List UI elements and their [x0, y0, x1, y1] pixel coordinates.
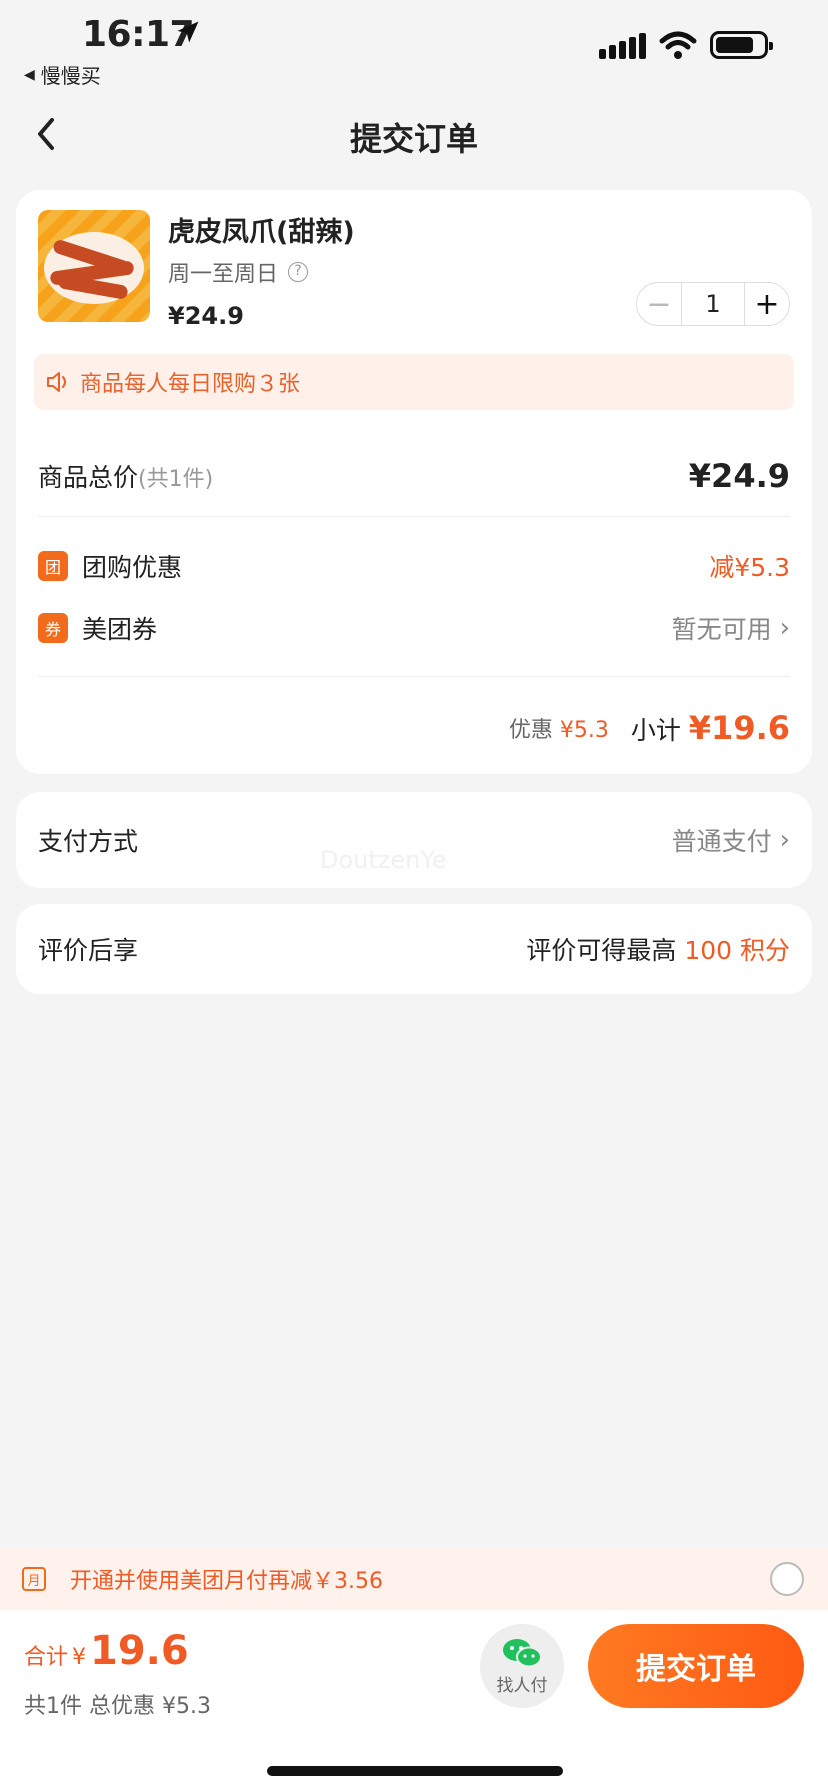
limit-notice: 商品每人每日限购３张	[34, 354, 794, 410]
review-card: 评价后享 评价可得最高 100 积分	[16, 904, 812, 994]
decrease-button[interactable]: −	[637, 283, 681, 325]
status-icons	[599, 30, 773, 60]
pay-friend-label: 找人付	[496, 1675, 548, 1696]
product-image[interactable]	[38, 210, 150, 322]
speaker-icon	[47, 372, 66, 392]
monthly-pay-icon: 月	[22, 1567, 46, 1591]
location-arrow-icon	[177, 21, 199, 43]
nav-bar: 提交订单	[0, 100, 828, 170]
coupon-row[interactable]: 券 美团券 暂无可用 ›	[38, 604, 790, 652]
wechat-icon	[503, 1638, 542, 1667]
promo-text: 开通并使用美团月付再减￥3.56	[70, 1569, 383, 1594]
promo-radio[interactable]	[770, 1562, 804, 1596]
pay-friend-button[interactable]: 找人付	[480, 1624, 564, 1708]
cellular-signal-icon	[599, 31, 646, 59]
group-discount-value: 减¥5.3	[709, 553, 790, 582]
monthly-pay-promo[interactable]: 月 开通并使用美团月付再减￥3.56	[0, 1548, 828, 1610]
group-discount-row: 团 团购优惠 减¥5.3	[38, 542, 790, 590]
help-icon[interactable]: ?	[288, 262, 309, 282]
total-amount: 合计 ¥ 19.6	[24, 1628, 189, 1674]
limit-text: 商品每人每日限购３张	[80, 372, 301, 397]
product-validity: 周一至周日 ?	[168, 256, 309, 288]
divider	[38, 676, 790, 677]
payment-label: 支付方式	[38, 827, 139, 856]
total-summary: 共1件 总优惠 ¥5.3	[24, 1694, 211, 1719]
subtotal-row: 优惠 ¥5.3 小计 ¥19.6	[38, 700, 790, 756]
payment-value: 普通支付	[671, 827, 772, 856]
coupon-icon: 券	[38, 613, 68, 643]
quantity-stepper: − 1 +	[636, 282, 790, 326]
product-price: ¥24.9	[168, 302, 244, 330]
battery-icon	[710, 31, 773, 59]
subtotal-value: ¥19.6	[688, 709, 790, 747]
review-text: 评价可得最高	[526, 936, 677, 965]
page-title: 提交订单	[349, 120, 478, 158]
total-price-row: 商品总价(共1件) ¥24.9	[38, 446, 790, 506]
quantity-value[interactable]: 1	[681, 283, 745, 325]
product-name: 虎皮凤爪(甜辣)	[168, 217, 355, 248]
back-to-app-link[interactable]: ◀ 慢慢买	[24, 60, 101, 89]
discount-summary: 优惠 ¥5.3	[508, 718, 609, 743]
order-card: 虎皮凤爪(甜辣) 周一至周日 ? ¥24.9 − 1 + 商品每人每日限购３张 …	[16, 190, 812, 774]
group-discount-label: 团购优惠	[82, 553, 183, 582]
review-points: 100 积分	[684, 936, 790, 965]
bottom-bar: 合计 ¥ 19.6 共1件 总优惠 ¥5.3 找人付 提交订单	[0, 1610, 828, 1792]
group-icon: 团	[38, 551, 68, 581]
total-price-label: 商品总价(共1件)	[38, 463, 214, 492]
coupon-label: 美团券	[82, 615, 158, 644]
back-app-label: 慢慢买	[40, 64, 101, 88]
coupon-value: 暂无可用	[671, 615, 772, 644]
subtotal: 小计 ¥19.6	[630, 709, 790, 747]
chevron-right-icon: ›	[779, 825, 790, 855]
increase-button[interactable]: +	[745, 283, 789, 325]
total-count: (共1件)	[138, 467, 214, 492]
wifi-icon	[659, 31, 697, 59]
chevron-right-icon: ›	[779, 613, 790, 643]
status-bar: 16:17 ◀ 慢慢买	[0, 0, 828, 92]
total-price-value: ¥24.9	[688, 457, 790, 495]
review-label: 评价后享	[38, 936, 139, 965]
total-value: 19.6	[90, 1628, 189, 1674]
home-indicator[interactable]	[267, 1766, 563, 1776]
back-triangle-icon: ◀	[24, 66, 35, 83]
validity-text: 周一至周日	[168, 262, 279, 287]
divider	[38, 516, 790, 517]
submit-order-button[interactable]: 提交订单	[588, 1624, 804, 1708]
watermark: DoutzenYe	[320, 846, 447, 874]
